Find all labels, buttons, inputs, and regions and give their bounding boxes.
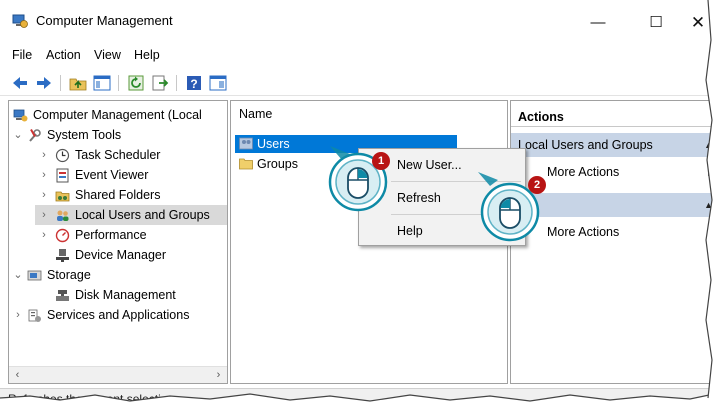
maximize-button[interactable]: ☐ [636, 8, 676, 38]
expand-chevron-icon[interactable]: › [39, 145, 49, 165]
submenu-arrow-icon: ▶ [708, 221, 714, 243]
expand-chevron-icon[interactable]: › [13, 305, 23, 325]
tree-item-shared-folders[interactable]: › Shared Folders [9, 185, 227, 205]
submenu-arrow-icon: ▶ [708, 161, 714, 183]
tree-item-label: Device Manager [75, 248, 167, 262]
minimize-button[interactable]: — [578, 8, 618, 38]
scroll-left-arrow-icon[interactable]: ‹ [9, 367, 26, 383]
menu-view[interactable]: View [94, 48, 121, 62]
menu-help[interactable]: Help [134, 48, 160, 62]
collapse-chevron-icon[interactable]: ⌄ [13, 125, 23, 145]
list-item-label: Groups [257, 157, 298, 171]
console-tree-pane: Computer Management (Local ⌄ System Tool… [8, 100, 228, 384]
collapse-caret-icon[interactable]: ▲ [704, 193, 713, 217]
actions-header: Actions [511, 107, 714, 127]
users-folder-icon [239, 137, 253, 150]
services-icon [28, 309, 41, 322]
computer-management-window: Computer Management — ☐ ✕ File Action Vi… [0, 0, 714, 407]
menu-file[interactable]: File [12, 48, 32, 62]
toolbar-separator [118, 75, 119, 91]
tree-item-label: Services and Applications [47, 308, 190, 322]
shared-folder-icon [55, 191, 70, 202]
tree-item-device-manager[interactable]: Device Manager [9, 245, 227, 265]
collapse-caret-icon[interactable]: ▲ [704, 133, 713, 157]
tree-item-disk-management[interactable]: Disk Management [9, 285, 227, 305]
disk-icon [56, 290, 69, 301]
list-item-label: Users [257, 137, 290, 151]
tree-item-label: Disk Management [75, 288, 176, 302]
tree-item-label: Task Scheduler [75, 148, 161, 162]
action-label: More Actions [547, 165, 620, 179]
folder-icon [239, 158, 253, 170]
status-text: Refreshes the current selection. [8, 392, 178, 406]
actions-section-label: Local Users and Groups [518, 138, 653, 152]
window-title: Computer Management [36, 13, 173, 28]
name-column-header[interactable]: Name [231, 101, 507, 127]
title-bar: Computer Management — ☐ ✕ [0, 0, 714, 40]
collapse-chevron-icon[interactable]: ⌄ [13, 265, 23, 285]
toolbar: ? [0, 72, 714, 96]
tree-item-performance[interactable]: › Performance [9, 225, 227, 245]
clock-icon [55, 148, 70, 163]
expand-chevron-icon[interactable]: › [39, 205, 49, 225]
tree-item-label: Performance [75, 228, 147, 242]
forward-arrow-icon[interactable] [34, 73, 54, 93]
menu-bar: File Action View Help [0, 44, 714, 66]
tree-item-event-viewer[interactable]: › Event Viewer [9, 165, 227, 185]
toolbar-separator [176, 75, 177, 91]
show-hide-tree-icon[interactable] [92, 73, 112, 93]
help-icon[interactable]: ? [184, 73, 204, 93]
tree-item-label: Local Users and Groups [75, 208, 210, 222]
actions-section-local-users-and-groups[interactable]: Local Users and Groups ▲ [511, 133, 714, 157]
tree-item-label: System Tools [47, 128, 122, 142]
status-bar: Refreshes the current selection. [0, 388, 714, 407]
tree-item-computer-management[interactable]: Computer Management (Local [9, 105, 227, 125]
storage-icon [27, 270, 42, 281]
tree-item-label: Storage [47, 268, 91, 282]
tree-item-system-tools[interactable]: ⌄ System Tools [9, 125, 227, 145]
toolbar-separator [60, 75, 61, 91]
back-arrow-icon[interactable] [10, 73, 30, 93]
show-action-pane-icon[interactable] [208, 73, 228, 93]
list-item-groups[interactable]: Groups [235, 155, 315, 173]
horizontal-scrollbar[interactable]: ‹ › [9, 366, 227, 383]
action-more-actions[interactable]: More Actions ▶ [547, 221, 714, 243]
tree-item-task-scheduler[interactable]: › Task Scheduler [9, 145, 227, 165]
menu-action[interactable]: Action [46, 48, 81, 62]
tree-item-local-users-and-groups[interactable]: Local Users and Groups [35, 205, 227, 225]
close-button[interactable]: ✕ [682, 8, 714, 38]
step-1-badge: 1 [372, 152, 390, 170]
expand-chevron-icon[interactable]: › [39, 165, 49, 185]
expand-chevron-icon[interactable]: › [39, 185, 49, 205]
expand-chevron-icon[interactable]: › [39, 225, 49, 245]
tree-item-label: Computer Management (Local [33, 108, 202, 122]
users-icon [57, 210, 69, 221]
computer-management-icon [13, 109, 28, 122]
device-manager-icon [56, 249, 69, 262]
export-list-icon[interactable] [150, 73, 170, 93]
action-more-actions[interactable]: More Actions ▶ [547, 161, 714, 183]
tree-item-storage[interactable]: ⌄ Storage [9, 265, 227, 285]
tree-item-services-and-applications[interactable]: › Services and Applications [9, 305, 227, 325]
step-2-badge: 2 [528, 176, 546, 194]
system-tools-icon [29, 129, 41, 142]
svg-text:?: ? [190, 77, 197, 91]
up-folder-icon[interactable] [68, 73, 88, 93]
scroll-right-arrow-icon[interactable]: › [210, 367, 227, 383]
action-label: More Actions [547, 225, 620, 239]
tree-item-label: Shared Folders [75, 188, 161, 202]
performance-icon [55, 228, 70, 243]
tree-item-label: Event Viewer [75, 168, 149, 182]
event-viewer-icon [56, 168, 69, 183]
right-click-indicator-icon [328, 146, 388, 212]
refresh-icon[interactable] [126, 73, 146, 93]
computer-management-app-icon [12, 14, 28, 28]
